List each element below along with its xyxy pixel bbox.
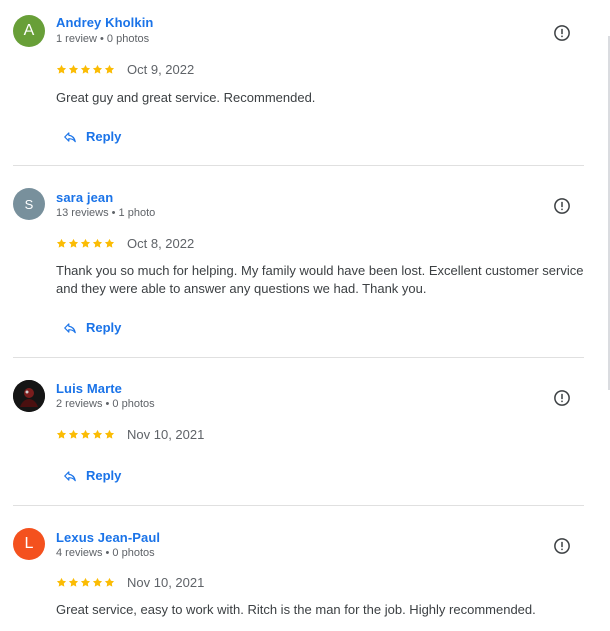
star-icon	[68, 238, 79, 248]
star-icon	[92, 238, 103, 248]
star-icon	[92, 429, 103, 439]
star-rating	[56, 238, 115, 249]
star-icon	[92, 577, 103, 587]
star-icon	[80, 64, 91, 74]
avatar[interactable]	[13, 380, 45, 412]
review-item: L Lexus Jean-Paul 4 reviews • 0 photos N…	[13, 506, 584, 631]
reply-button[interactable]: Reply	[63, 468, 121, 483]
star-icon	[92, 64, 103, 74]
star-icon	[104, 429, 115, 439]
reviewer-name[interactable]: Andrey Kholkin	[56, 15, 153, 30]
star-icon	[68, 64, 79, 74]
avatar[interactable]: S	[13, 188, 45, 220]
reply-arrow-icon	[64, 322, 76, 333]
reply-button[interactable]: Reply	[63, 320, 121, 335]
review-date: Nov 10, 2021	[127, 427, 205, 442]
reviewer-name[interactable]: Lexus Jean-Paul	[56, 530, 160, 545]
star-icon	[104, 64, 115, 74]
star-icon	[104, 238, 115, 248]
report-flag-icon[interactable]	[553, 537, 571, 555]
report-flag-icon[interactable]	[553, 389, 571, 407]
review-text: Great guy and great service. Recommended…	[56, 90, 316, 105]
review-date: Oct 9, 2022	[127, 62, 195, 77]
reviewer-meta: 2 reviews • 0 photos	[56, 398, 155, 410]
reply-label: Reply	[86, 320, 122, 335]
star-rating	[56, 429, 115, 440]
star-icon	[80, 429, 91, 439]
review-item: Luis Marte 2 reviews • 0 photos Nov 10, …	[13, 358, 584, 506]
star-icon	[68, 577, 79, 587]
report-flag-icon[interactable]	[553, 197, 571, 215]
rating-row: Nov 10, 2021	[56, 427, 204, 442]
reply-button[interactable]: Reply	[63, 129, 121, 144]
star-icon	[56, 64, 67, 74]
avatar[interactable]: L	[13, 528, 45, 560]
star-rating	[56, 577, 115, 588]
star-icon	[80, 238, 91, 248]
rating-row: Oct 9, 2022	[56, 62, 194, 77]
star-icon	[56, 577, 67, 587]
review-date: Nov 10, 2021	[127, 575, 205, 590]
review-text: Great service, easy to work with. Ritch …	[56, 602, 536, 617]
review-item: S sara jean 13 reviews • 1 photo Oct 8, …	[13, 166, 584, 358]
star-icon	[104, 577, 115, 587]
reviewer-name[interactable]: sara jean	[56, 190, 113, 205]
reply-arrow-icon	[64, 470, 76, 481]
reply-arrow-icon	[64, 131, 76, 142]
review-item: A Andrey Kholkin 1 review • 0 photos Oct…	[13, 0, 584, 166]
reviewer-meta: 13 reviews • 1 photo	[56, 207, 156, 219]
star-icon	[56, 429, 67, 439]
star-icon	[80, 577, 91, 587]
rating-row: Oct 8, 2022	[56, 236, 194, 251]
reviews-list: A Andrey Kholkin 1 review • 0 photos Oct…	[0, 0, 600, 631]
avatar[interactable]: A	[13, 15, 45, 47]
reviewer-meta: 1 review • 0 photos	[56, 33, 150, 45]
star-rating	[56, 64, 115, 75]
star-icon	[56, 238, 67, 248]
reviewer-name[interactable]: Luis Marte	[56, 381, 122, 396]
reply-label: Reply	[86, 129, 122, 144]
rating-row: Nov 10, 2021	[56, 575, 204, 590]
star-icon	[68, 429, 79, 439]
profile-photo-icon	[13, 380, 45, 412]
reviewer-meta: 4 reviews • 0 photos	[56, 547, 155, 559]
report-flag-icon[interactable]	[553, 24, 571, 42]
review-text: Thank you so much for helping. My family…	[56, 263, 584, 296]
review-date: Oct 8, 2022	[127, 236, 195, 251]
reply-label: Reply	[86, 468, 122, 483]
